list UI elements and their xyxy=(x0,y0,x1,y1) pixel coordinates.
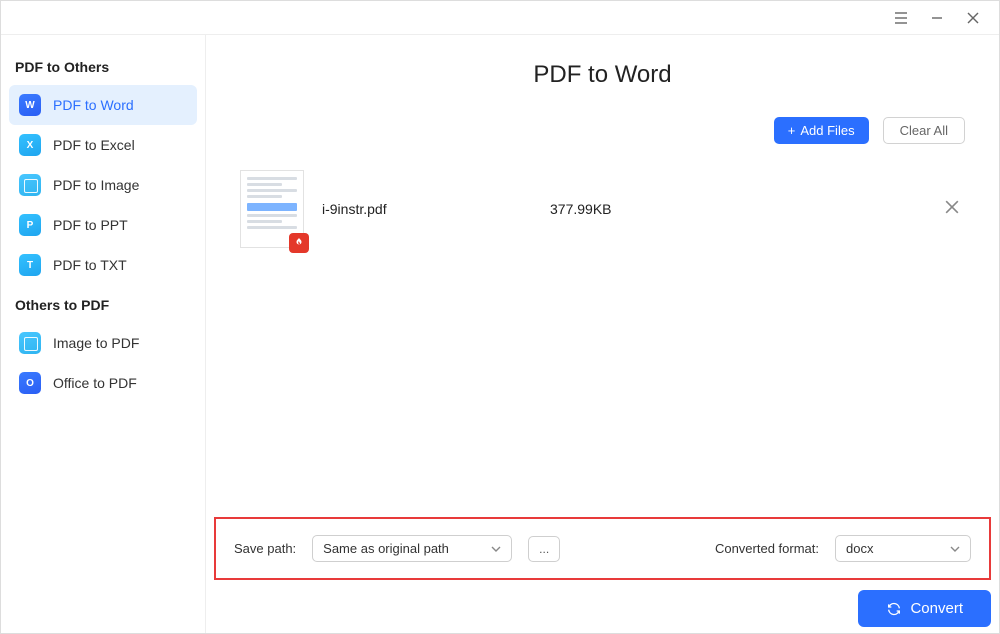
office-icon: O xyxy=(19,372,41,394)
image-icon xyxy=(19,332,41,354)
save-path-select[interactable]: Same as original path xyxy=(312,535,512,562)
browse-path-button[interactable]: ... xyxy=(528,536,560,562)
refresh-icon xyxy=(886,601,902,617)
format-value: docx xyxy=(846,541,873,556)
sidebar-section-pdf-to-others: PDF to Others xyxy=(9,47,197,85)
convert-button[interactable]: Convert xyxy=(858,590,991,627)
chevron-down-icon xyxy=(950,544,960,554)
sidebar-item-label: PDF to Word xyxy=(53,97,134,113)
sidebar-item-label: PDF to PPT xyxy=(53,217,128,233)
sidebar-item-label: PDF to TXT xyxy=(53,257,127,273)
sidebar: PDF to Others W PDF to Word X PDF to Exc… xyxy=(1,35,206,633)
page-title: PDF to Word xyxy=(206,35,999,117)
sidebar-item-pdf-to-txt[interactable]: T PDF to TXT xyxy=(9,245,197,285)
options-panel: Save path: Same as original path ... Con… xyxy=(214,517,991,580)
sidebar-item-pdf-to-ppt[interactable]: P PDF to PPT xyxy=(9,205,197,245)
image-icon xyxy=(19,174,41,196)
clear-all-button[interactable]: Clear All xyxy=(883,117,965,144)
txt-icon: T xyxy=(19,254,41,276)
excel-icon: X xyxy=(19,134,41,156)
sidebar-item-pdf-to-excel[interactable]: X PDF to Excel xyxy=(9,125,197,165)
sidebar-item-pdf-to-word[interactable]: W PDF to Word xyxy=(9,85,197,125)
sidebar-item-office-to-pdf[interactable]: O Office to PDF xyxy=(9,363,197,403)
file-thumbnail xyxy=(240,170,304,248)
add-files-button[interactable]: + Add Files xyxy=(774,117,869,144)
format-select[interactable]: docx xyxy=(835,535,971,562)
close-button[interactable] xyxy=(955,4,991,32)
sidebar-item-label: PDF to Excel xyxy=(53,137,135,153)
browse-label: ... xyxy=(539,542,549,556)
add-files-label: Add Files xyxy=(800,123,854,138)
sidebar-item-label: Image to PDF xyxy=(53,335,139,351)
main-panel: PDF to Word + Add Files Clear All xyxy=(206,35,999,633)
ppt-icon: P xyxy=(19,214,41,236)
word-icon: W xyxy=(19,94,41,116)
sidebar-item-image-to-pdf[interactable]: Image to PDF xyxy=(9,323,197,363)
chevron-down-icon xyxy=(491,544,501,554)
save-path-value: Same as original path xyxy=(323,541,449,556)
sidebar-item-pdf-to-image[interactable]: PDF to Image xyxy=(9,165,197,205)
clear-all-label: Clear All xyxy=(900,123,948,138)
menu-icon[interactable] xyxy=(883,4,919,32)
format-label: Converted format: xyxy=(715,541,819,556)
convert-label: Convert xyxy=(910,600,963,617)
sidebar-item-label: PDF to Image xyxy=(53,177,139,193)
save-path-label: Save path: xyxy=(234,541,296,556)
pdf-badge-icon xyxy=(289,233,309,253)
sidebar-item-label: Office to PDF xyxy=(53,375,137,391)
file-name: i-9instr.pdf xyxy=(322,201,532,217)
file-row: i-9instr.pdf 377.99KB xyxy=(240,162,965,256)
window-titlebar xyxy=(1,1,999,35)
minimize-button[interactable] xyxy=(919,4,955,32)
sidebar-section-others-to-pdf: Others to PDF xyxy=(9,285,197,323)
plus-icon: + xyxy=(788,123,796,138)
remove-file-button[interactable] xyxy=(939,194,965,225)
file-size: 377.99KB xyxy=(550,201,921,217)
